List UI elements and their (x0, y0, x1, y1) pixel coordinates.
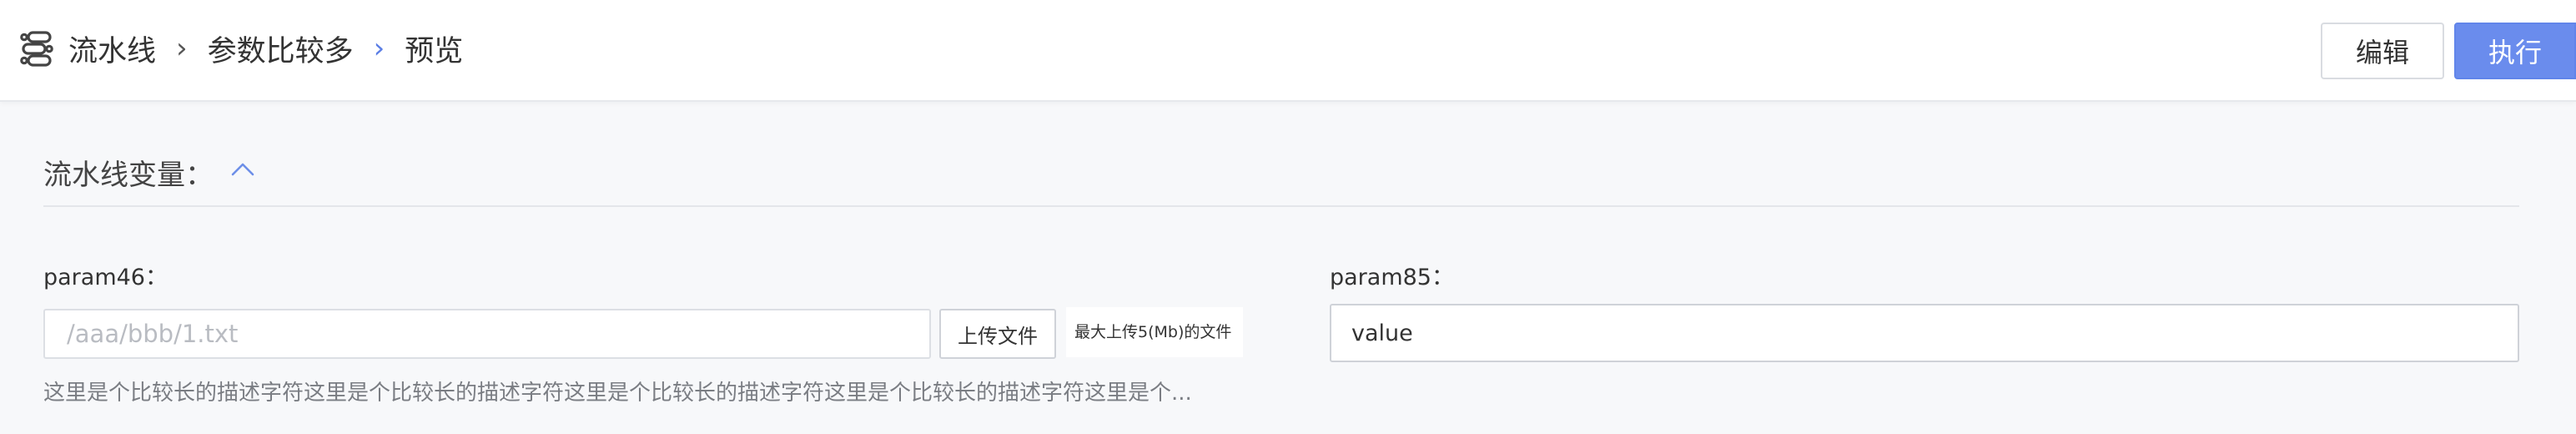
section-title: 流水线变量： (43, 159, 214, 192)
breadcrumb-item-current: 预览 (405, 34, 464, 68)
breadcrumb-item-pipeline-name[interactable]: 参数比较多 (208, 28, 354, 70)
breadcrumb: 流水线 › 参数比较多 › 预览 (17, 23, 463, 73)
param46-description: 这里是个比较长的描述字符这里是个比较长的描述字符这里是个比较长的描述字符这里是个… (43, 381, 1192, 406)
breadcrumb-item-pipeline[interactable]: 流水线 (68, 28, 156, 70)
chevron-right-icon: › (176, 32, 188, 65)
pipeline-icon (20, 31, 53, 67)
upload-file-button[interactable]: 上传文件 (939, 309, 1056, 359)
param85-label: param85： (1330, 265, 1454, 290)
param46-label: param46： (43, 265, 168, 290)
edit-button[interactable]: 编辑 (2321, 23, 2444, 79)
upload-size-hint: 最大上传5(Mb)的文件 (1066, 307, 1243, 357)
chevron-right-icon: › (373, 32, 385, 65)
section-divider (43, 205, 2519, 207)
header-bar: 流水线 › 参数比较多 › 预览 编辑 执行 (0, 0, 2576, 102)
chevron-up-icon[interactable] (229, 155, 257, 184)
param46-file-path-input[interactable] (43, 309, 931, 359)
param85-value-input[interactable] (1330, 304, 2519, 362)
run-button[interactable]: 执行 (2454, 23, 2576, 79)
